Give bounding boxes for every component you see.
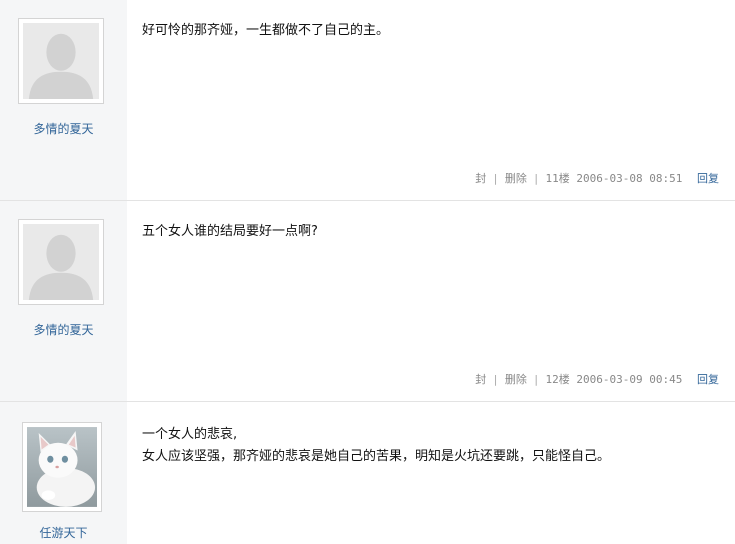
post-timestamp: 2006-03-09 00:45 (576, 373, 683, 386)
block-link[interactable]: 封 (475, 170, 486, 186)
post-item: 多情的夏天 好可怜的那齐娅，一生都做不了自己的主。 封 | 删除 | 11楼 2006-… (0, 0, 735, 201)
username-link[interactable]: 任游天下 (0, 524, 127, 541)
block-link[interactable]: 封 (475, 371, 486, 387)
author-panel: 任游天下 (0, 402, 127, 544)
delete-link[interactable]: 删除 (505, 170, 527, 186)
post-item: 任游天下 一个女人的悲哀, 女人应该坚强，那齐娅的悲哀是她自己的苦果，明知是火坑… (0, 402, 735, 544)
avatar[interactable] (22, 422, 102, 512)
floor-number: 12楼 (545, 373, 570, 386)
floor-number: 11楼 (545, 172, 570, 185)
post-item: 多情的夏天 五个女人谁的结局要好一点啊? 封 | 删除 | 12楼 2006-03-09… (0, 201, 735, 402)
post-text-line: 女人应该坚强，那齐娅的悲哀是她自己的苦果，明知是火坑还要跳，只能怪自己。 (142, 449, 611, 464)
default-user-icon (23, 224, 99, 300)
post-text: 好可怜的那齐娅，一生都做不了自己的主。 (142, 23, 390, 38)
post-timestamp: 2006-03-08 08:51 (576, 172, 683, 185)
default-user-icon (23, 23, 99, 99)
post-content: 好可怜的那齐娅，一生都做不了自己的主。 (142, 20, 715, 42)
username-link[interactable]: 多情的夏天 (0, 321, 127, 338)
separator: | (492, 373, 499, 386)
separator: | (492, 172, 499, 185)
reply-link[interactable]: 回复 (697, 170, 719, 186)
author-panel: 多情的夏天 (0, 0, 127, 200)
post-meta: 封 | 删除 | 11楼 2006-03-08 08:51 回复 (475, 170, 719, 186)
avatar[interactable] (18, 18, 104, 104)
username-link[interactable]: 多情的夏天 (0, 120, 127, 137)
author-panel: 多情的夏天 (0, 201, 127, 401)
post-content: 一个女人的悲哀, 女人应该坚强，那齐娅的悲哀是她自己的苦果，明知是火坑还要跳，只… (142, 424, 715, 468)
separator: | (532, 172, 540, 185)
post-text-line: 一个女人的悲哀, (142, 427, 238, 442)
post-content: 五个女人谁的结局要好一点啊? (142, 221, 715, 243)
delete-link[interactable]: 删除 (505, 371, 527, 387)
cat-avatar-image (27, 427, 97, 507)
post-meta: 封 | 删除 | 12楼 2006-03-09 00:45 回复 (475, 371, 719, 387)
avatar[interactable] (18, 219, 104, 305)
separator: | (532, 373, 540, 386)
post-text: 五个女人谁的结局要好一点啊? (142, 224, 318, 239)
reply-link[interactable]: 回复 (697, 371, 719, 387)
